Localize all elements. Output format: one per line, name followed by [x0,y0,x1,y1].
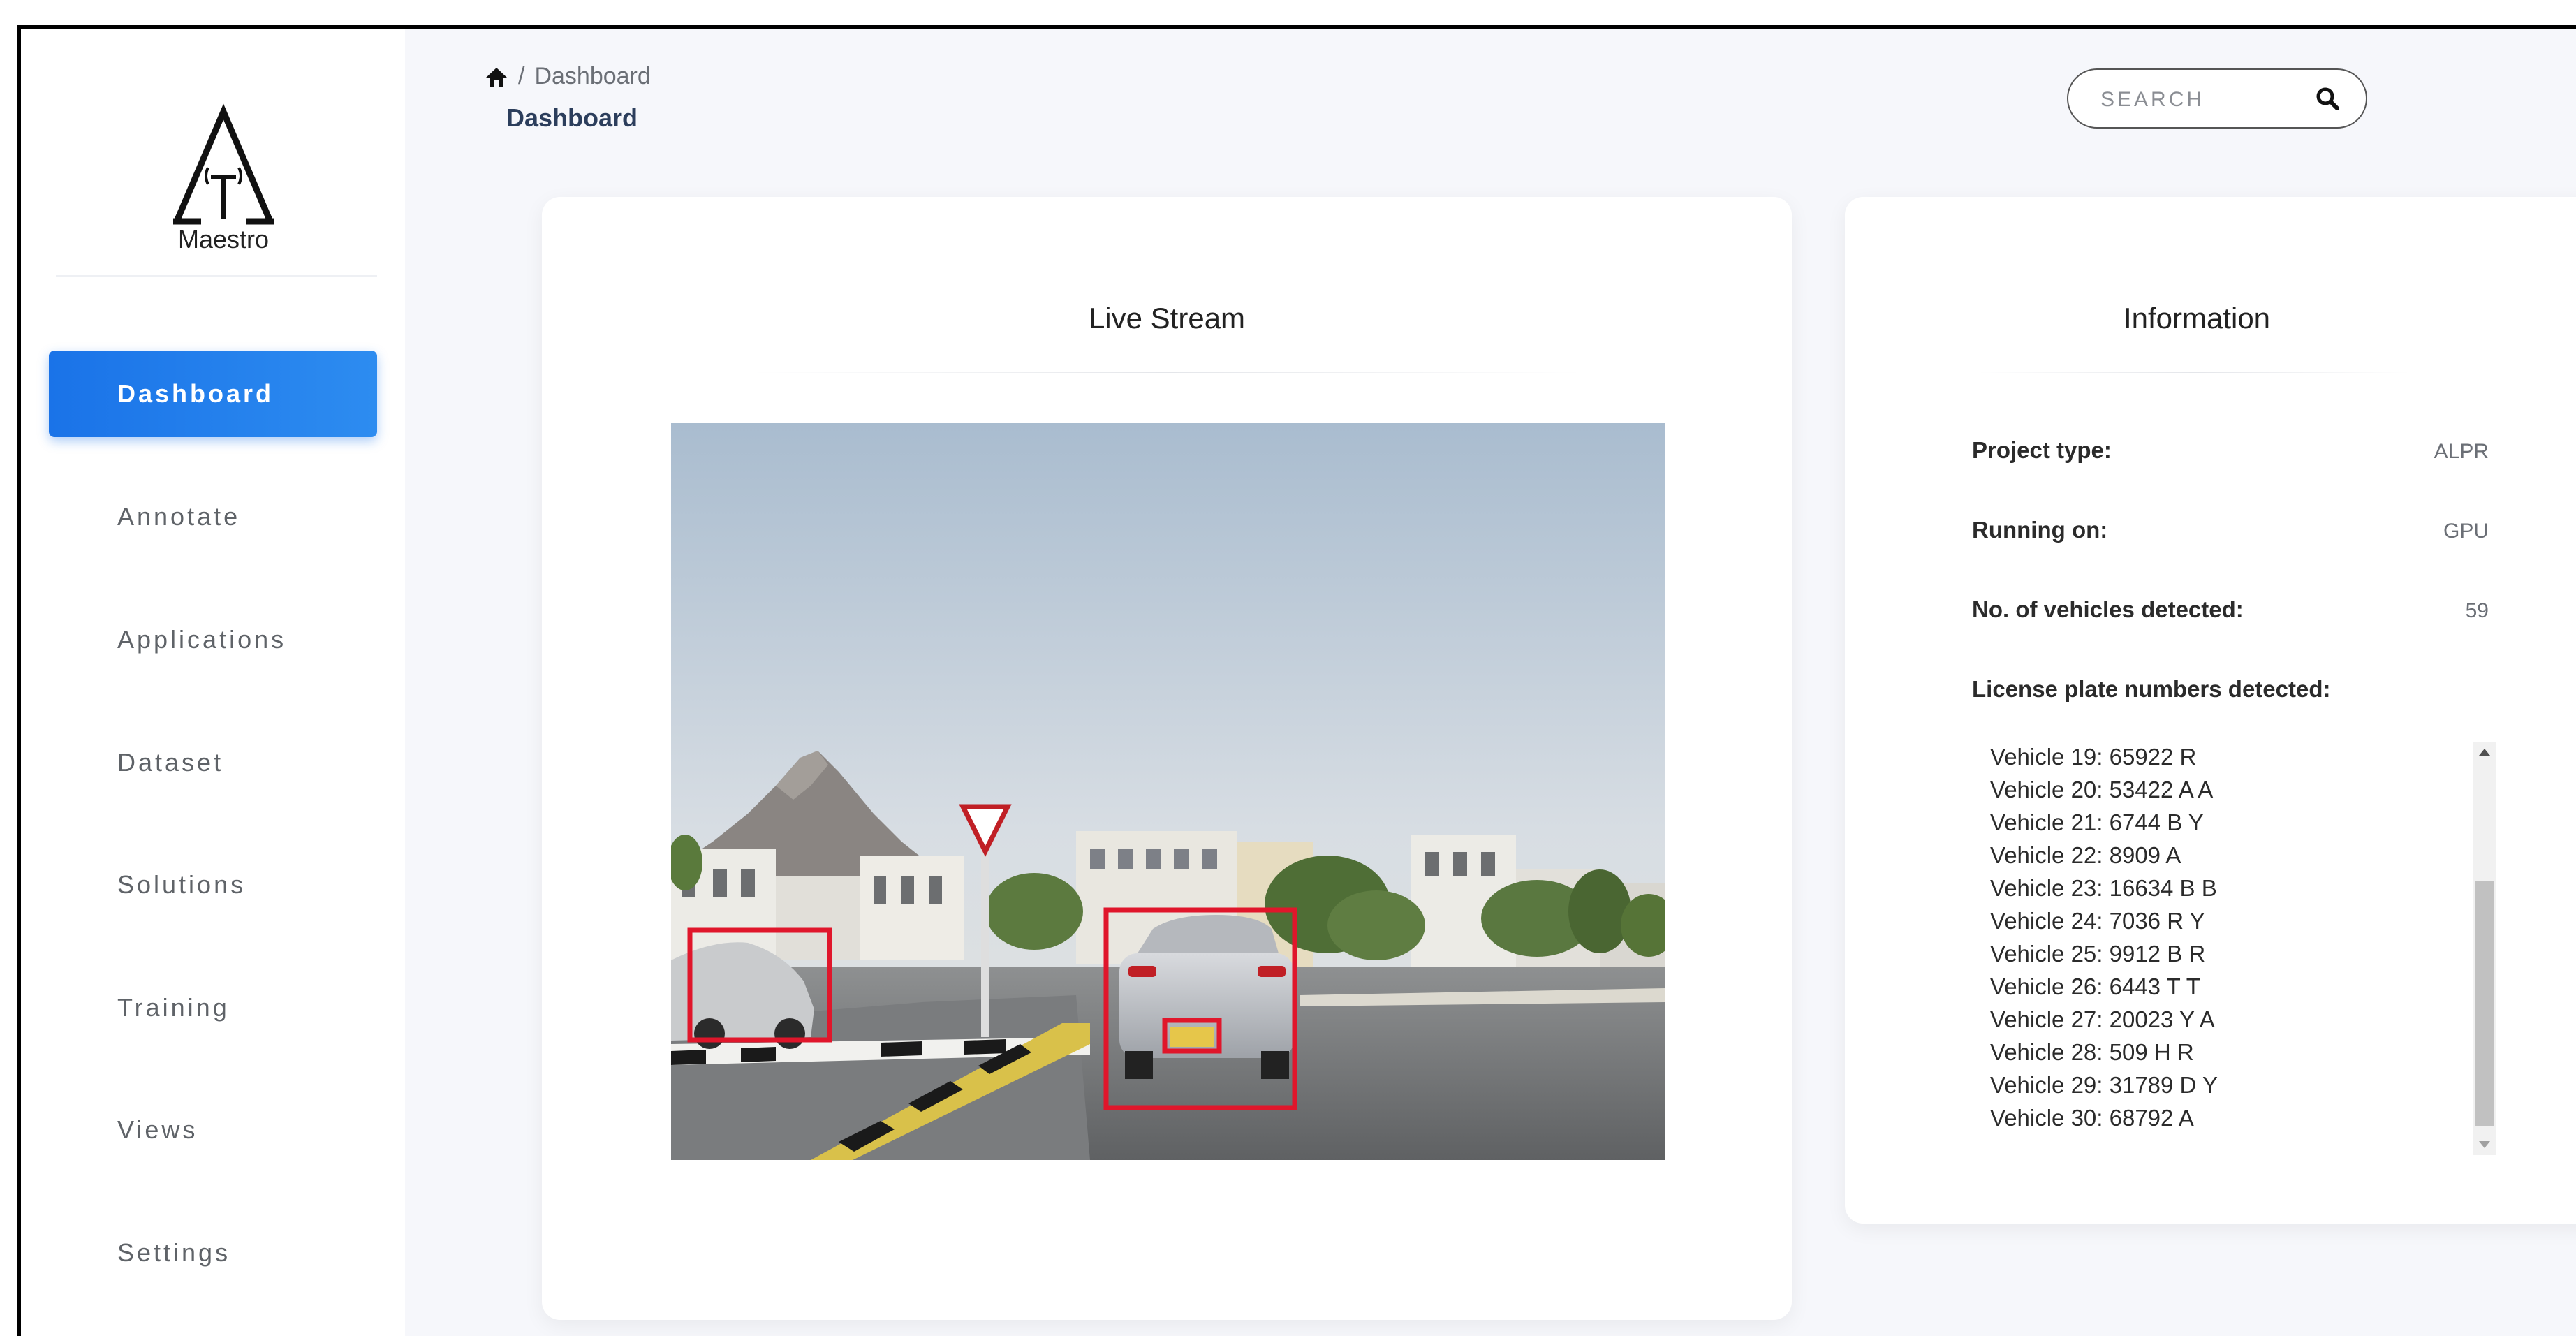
search-box[interactable] [2067,68,2367,129]
list-item: Vehicle 25: 9912 B R [1990,941,2206,967]
information-card: Information Project type: ALPR Running o… [1845,197,2576,1224]
sidebar: Maestro Dashboard Annotate Applications … [21,29,405,1336]
breadcrumb-current[interactable]: Dashboard [534,63,650,90]
vehicles-detected-value: 59 [2465,599,2489,622]
list-item: Vehicle 24: 7036 R Y [1990,908,2205,934]
running-on-label: Running on: [1972,517,2108,543]
stream-frame [668,423,1677,1160]
live-stream-title: Live Stream [1088,302,1246,335]
page-title: Dashboard [506,103,638,132]
search-input[interactable] [2099,84,2311,116]
sidebar-item-dashboard[interactable]: Dashboard [49,351,377,437]
running-on-row: Running on: GPU [1972,517,2489,543]
list-item: Vehicle 20: 53422 A A [1990,777,2214,802]
list-item: Vehicle 22: 8909 A [1990,842,2181,868]
sidebar-item-views[interactable]: Views [49,1087,377,1173]
list-item: Vehicle 29: 31789 D Y [1990,1072,2218,1098]
list-item: Vehicle 30: 68792 A [1990,1105,2194,1131]
search-icon[interactable] [2314,85,2342,113]
live-stream-video[interactable] [668,423,1677,1160]
vehicles-detected-label: No. of vehicles detected: [1972,596,2244,622]
plates-heading: License plate numbers detected: [1972,676,2331,702]
sidebar-item-annotate[interactable]: Annotate [49,474,377,560]
vehicles-detected-row: No. of vehicles detected: 59 [1972,596,2489,623]
plates-heading-row: License plate numbers detected: [1972,676,2489,703]
sidebar-item-solutions[interactable]: Solutions [49,842,377,928]
project-type-row: Project type: ALPR [1972,437,2489,464]
maestro-logo-icon [173,103,274,225]
scroll-down-icon[interactable] [2479,1141,2490,1148]
breadcrumb-separator: / [518,63,525,89]
card-divider [1978,372,2411,373]
breadcrumb: / Dashboard [485,63,651,90]
home-icon[interactable] [485,66,508,88]
project-type-label: Project type: [1972,437,2112,463]
sidebar-item-training[interactable]: Training [49,964,377,1051]
app-logo[interactable]: Maestro [133,99,314,267]
scroll-thumb[interactable] [2475,881,2494,1126]
information-title: Information [2123,302,2271,335]
list-item: Vehicle 26: 6443 T T [1990,974,2200,999]
list-item: Vehicle 19: 65922 R [1990,744,2197,770]
live-stream-card: Live Stream [542,197,1792,1320]
list-item: Vehicle 27: 20023 Y A [1990,1006,2215,1032]
app-frame: Maestro Dashboard Annotate Applications … [17,25,2576,1336]
running-on-value: GPU [2443,520,2489,543]
project-type-value: ALPR [2434,440,2489,463]
card-divider [751,372,1582,373]
sidebar-divider [56,275,377,277]
plates-scrollbar[interactable] [2473,742,2496,1155]
sidebar-item-settings[interactable]: Settings [49,1210,377,1296]
list-item: Vehicle 28: 509 H R [1990,1039,2194,1065]
list-item: Vehicle 21: 6744 B Y [1990,809,2204,835]
list-item: Vehicle 23: 16634 B B [1990,875,2217,901]
logo-text: Maestro [177,225,270,254]
plates-list[interactable]: Vehicle 19: 65922 R Vehicle 20: 53422 A … [1990,740,2521,1136]
sidebar-item-applications[interactable]: Applications [49,596,377,683]
sidebar-item-dataset[interactable]: Dataset [49,719,377,806]
scroll-up-icon[interactable] [2479,749,2490,756]
